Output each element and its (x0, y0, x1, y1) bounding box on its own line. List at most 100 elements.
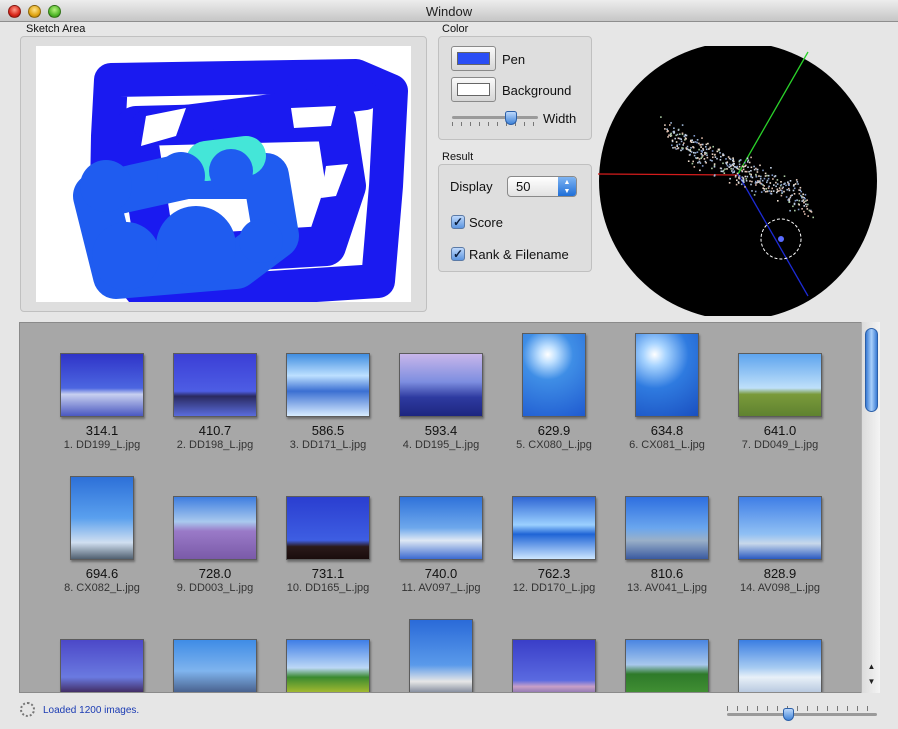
result-item[interactable] (502, 639, 606, 692)
result-thumbnail[interactable] (512, 639, 596, 692)
result-item[interactable]: 641.0 7. DD049_L.jpg (728, 353, 832, 451)
result-group-label: Result (442, 151, 474, 163)
color-point (693, 154, 696, 157)
main-window: Window Sketch Area Color Pen Background … (0, 0, 898, 729)
result-item[interactable]: 586.5 3. DD171_L.jpg (276, 353, 380, 451)
color-point (685, 134, 688, 137)
color-point (683, 142, 685, 144)
color-point (694, 152, 697, 154)
thumbnail-size-knob[interactable] (782, 708, 794, 721)
result-thumbnail[interactable] (625, 496, 709, 560)
result-item[interactable]: 314.1 1. DD199_L.jpg (50, 353, 154, 451)
result-thumbnail[interactable] (286, 353, 370, 417)
color-distribution-view[interactable] (598, 46, 880, 316)
thumbnail-size-slider[interactable] (727, 706, 877, 722)
color-point (731, 170, 733, 172)
result-thumbnail[interactable] (286, 639, 370, 692)
sketch-canvas[interactable] (36, 46, 411, 302)
color-point (755, 173, 757, 176)
result-item[interactable]: 629.9 5. CX080_L.jpg (502, 333, 606, 451)
color-point (706, 156, 709, 159)
result-thumbnail[interactable] (635, 333, 699, 417)
result-item[interactable] (728, 639, 832, 692)
width-slider[interactable] (452, 111, 538, 129)
result-thumbnail[interactable] (738, 496, 822, 560)
color-point (759, 178, 762, 180)
color-point (698, 148, 700, 151)
result-thumbnail[interactable] (409, 619, 473, 692)
popup-arrows-icon: ▲ ▼ (558, 177, 576, 196)
color-point (692, 160, 694, 163)
result-thumbnail[interactable] (522, 333, 586, 417)
result-thumbnail[interactable] (173, 496, 257, 560)
result-item[interactable] (50, 639, 154, 692)
result-filename: 14. AV098_L.jpg (740, 582, 820, 594)
color-point (789, 209, 791, 212)
color-point (682, 144, 684, 146)
color-point (788, 187, 790, 190)
results-gallery[interactable]: 314.1 1. DD199_L.jpg 410.7 2. DD198_L.jpg 58… (19, 322, 880, 693)
display-count-popup[interactable]: 50 ▲ ▼ (507, 176, 577, 197)
result-thumbnail[interactable] (70, 476, 134, 560)
result-thumbnail[interactable] (60, 353, 144, 417)
result-item[interactable]: 828.9 14. AV098_L.jpg (728, 496, 832, 594)
color-point (776, 188, 779, 191)
color-point (726, 164, 729, 167)
color-point (740, 183, 743, 186)
result-thumbnail[interactable] (512, 496, 596, 560)
color-point (714, 153, 716, 156)
color-point (750, 175, 752, 178)
rank-filename-label: Rank & Filename (469, 247, 569, 262)
result-thumbnail[interactable] (173, 639, 257, 692)
rank-filename-checkbox[interactable]: ✓ (451, 247, 465, 261)
result-thumbnail[interactable] (738, 353, 822, 417)
vertical-scrollbar[interactable]: ▲ ▼ (861, 322, 880, 693)
result-item[interactable]: 634.8 6. CX081_L.jpg (615, 333, 719, 451)
color-point (776, 179, 779, 181)
result-item[interactable]: 694.6 8. CX082_L.jpg (50, 476, 154, 594)
result-thumbnail[interactable] (60, 639, 144, 692)
result-thumbnail[interactable] (625, 639, 709, 692)
result-item[interactable]: 728.0 9. DD003_L.jpg (163, 496, 267, 594)
title-bar[interactable]: Window (0, 0, 898, 22)
color-point (798, 204, 800, 206)
color-point (689, 153, 691, 156)
result-item[interactable]: 731.1 10. DD165_L.jpg (276, 496, 380, 594)
result-item[interactable] (163, 639, 267, 692)
scroll-down-arrow-icon[interactable]: ▼ (866, 677, 877, 689)
color-point (741, 176, 744, 178)
result-thumbnail[interactable] (399, 496, 483, 560)
result-thumbnail[interactable] (173, 353, 257, 417)
result-thumbnail[interactable] (399, 353, 483, 417)
score-checkbox[interactable]: ✓ (451, 215, 465, 229)
color-point (753, 194, 756, 196)
result-item[interactable]: 810.6 13. AV041_L.jpg (615, 496, 719, 594)
color-point (670, 132, 672, 135)
color-point (781, 187, 784, 190)
color-point (748, 170, 750, 173)
color-point (701, 156, 703, 158)
result-thumbnail[interactable] (286, 496, 370, 560)
scroll-up-arrow-icon[interactable]: ▲ (866, 662, 877, 674)
result-item[interactable]: 593.4 4. DD195_L.jpg (389, 353, 493, 451)
color-point (794, 209, 796, 212)
result-item[interactable]: 740.0 11. AV097_L.jpg (389, 496, 493, 594)
color-point (707, 142, 709, 145)
result-item[interactable]: 410.7 2. DD198_L.jpg (163, 353, 267, 451)
width-slider-knob[interactable] (505, 111, 518, 125)
result-item[interactable]: 762.3 12. DD170_L.jpg (502, 496, 606, 594)
color-point (787, 182, 790, 185)
color-point (714, 156, 717, 158)
color-point (770, 167, 772, 169)
result-item[interactable] (389, 619, 493, 692)
result-thumbnail[interactable] (738, 639, 822, 692)
result-item[interactable] (276, 639, 380, 692)
color-point (751, 180, 753, 183)
color-point (764, 175, 767, 177)
background-color-well[interactable] (451, 77, 496, 102)
color-point (780, 183, 783, 186)
color-point (794, 183, 797, 185)
result-item[interactable] (615, 639, 719, 692)
scrollbar-knob[interactable] (865, 328, 878, 412)
pen-color-well[interactable] (451, 46, 496, 71)
